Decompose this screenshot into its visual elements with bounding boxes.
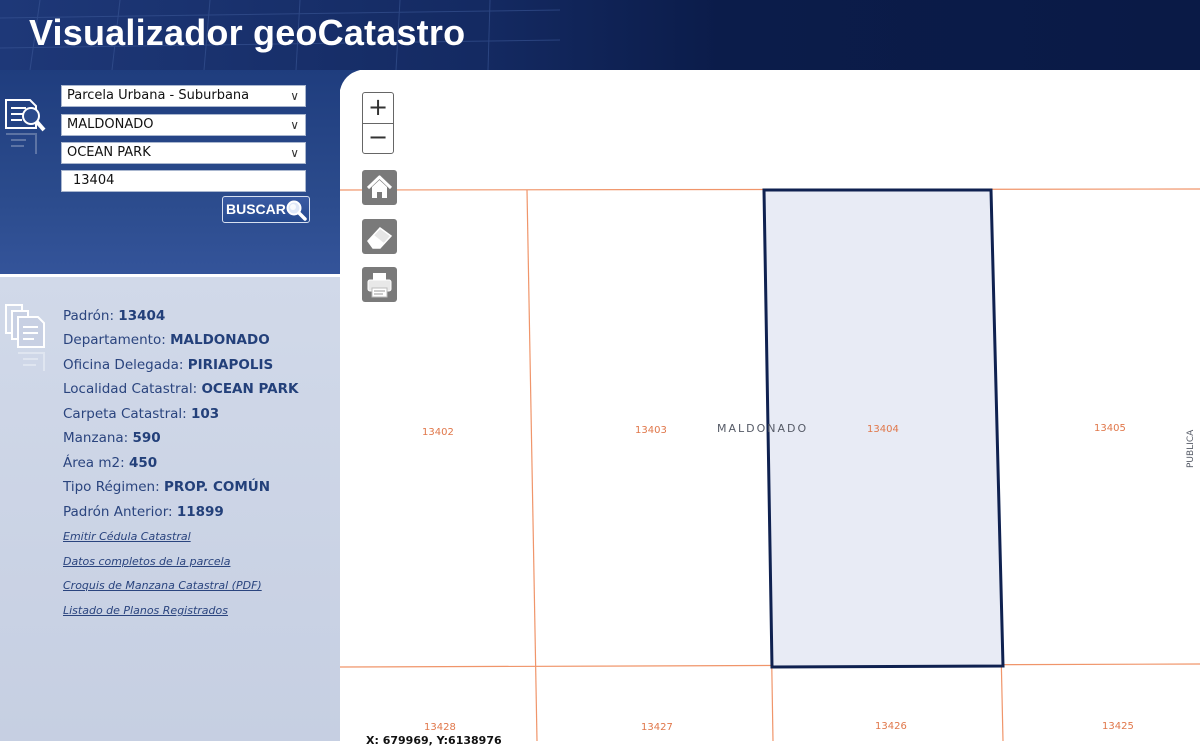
parcel-label: 13404 <box>867 424 899 435</box>
parcel-label: 13427 <box>641 722 673 733</box>
parcel-label: 13402 <box>422 427 454 438</box>
parcel-boundary <box>340 663 1200 668</box>
chevron-down-icon: ∨ <box>290 146 299 160</box>
info-value: 11899 <box>176 504 224 520</box>
documents-icon <box>5 304 45 371</box>
street-label: PUBLICA <box>1186 429 1196 468</box>
info-padron: Padrón: 13404 <box>63 308 165 324</box>
info-localidad-catastral: Localidad Catastral: OCEAN PARK <box>63 381 298 397</box>
parcel-label: 13425 <box>1102 721 1134 732</box>
info-value: MALDONADO <box>170 332 270 348</box>
chevron-down-icon: ∨ <box>290 89 299 103</box>
info-padron-anterior: Padrón Anterior: 11899 <box>63 504 224 520</box>
info-label: Área m2: <box>63 455 125 471</box>
datos-completos-link[interactable]: Datos completos de la parcela <box>63 555 230 568</box>
info-value: 590 <box>132 430 161 446</box>
info-label: Manzana: <box>63 430 129 446</box>
chevron-down-icon: ∨ <box>290 118 299 132</box>
info-tipo-regimen: Tipo Régimen: PROP. COMÚN <box>63 479 270 495</box>
info-value: PIRIAPOLIS <box>187 357 274 373</box>
info-value: 103 <box>191 406 220 422</box>
info-area: Área m2: 450 <box>63 455 157 471</box>
parcel-type-value: Parcela Urbana - Suburbana <box>67 88 250 103</box>
info-departamento: Departamento: MALDONADO <box>63 332 270 348</box>
info-label: Padrón Anterior: <box>63 504 173 520</box>
locality-value: OCEAN PARK <box>67 145 151 160</box>
eraser-icon <box>367 227 393 249</box>
parcel-boundary <box>526 189 538 741</box>
info-value: OCEAN PARK <box>201 381 299 397</box>
info-label: Departamento: <box>63 332 166 348</box>
zone-label: MALDONADO <box>717 422 808 435</box>
print-button[interactable] <box>362 267 397 302</box>
info-oficina-delegada: Oficina Delegada: PIRIAPOLIS <box>63 357 273 373</box>
printer-icon <box>367 273 392 298</box>
search-document-icon <box>5 99 46 154</box>
parcel-label: 13428 <box>424 722 456 733</box>
info-label: Padrón: <box>63 308 114 324</box>
parcel-label: 13405 <box>1094 423 1126 434</box>
parcel-label: 13403 <box>635 425 667 436</box>
map-view[interactable]: 13402 13403 13404 13405 13428 13427 1342… <box>340 70 1200 741</box>
parcel-label: 13426 <box>875 721 907 732</box>
map-corner <box>340 70 360 90</box>
info-carpeta-catastral: Carpeta Catastral: 103 <box>63 406 219 422</box>
zoom-out-button[interactable]: − <box>363 123 393 153</box>
info-label: Tipo Régimen: <box>63 479 160 495</box>
eraser-button[interactable] <box>362 219 397 254</box>
magnifier-icon <box>286 200 307 221</box>
emitir-cedula-link[interactable]: Emitir Cédula Catastral <box>63 530 191 543</box>
info-value: 13404 <box>118 308 166 324</box>
listado-planos-link[interactable]: Listado de Planos Registrados <box>63 604 228 617</box>
zoom-in-button[interactable]: + <box>363 93 393 124</box>
info-value: PROP. COMÚN <box>163 479 271 495</box>
buscar-label: BUSCAR <box>226 201 286 217</box>
croquis-manzana-link[interactable]: Croquis de Manzana Catastral (PDF) <box>63 579 262 592</box>
department-value: MALDONADO <box>67 117 154 132</box>
info-value: 450 <box>128 455 158 471</box>
locality-select[interactable]: OCEAN PARK ∨ <box>61 142 306 164</box>
department-select[interactable]: MALDONADO ∨ <box>61 114 306 136</box>
info-manzana: Manzana: 590 <box>63 430 161 446</box>
info-label: Localidad Catastral: <box>63 381 198 397</box>
buscar-button[interactable]: BUSCAR <box>222 196 310 223</box>
parcel-type-select[interactable]: Parcela Urbana - Suburbana ∨ <box>61 85 306 107</box>
cadastral-map: 13402 13403 13404 13405 13428 13427 1342… <box>340 188 1200 741</box>
padron-input[interactable]: 13404 <box>61 170 306 192</box>
info-label: Oficina Delegada: <box>63 357 184 373</box>
info-label: Carpeta Catastral: <box>63 406 187 422</box>
zoom-control: + − <box>362 92 394 154</box>
home-button[interactable] <box>362 170 397 205</box>
app-header: Visualizador geoCatastro <box>0 0 1200 70</box>
app-title: Visualizador geoCatastro <box>29 12 466 53</box>
home-icon <box>366 175 393 198</box>
